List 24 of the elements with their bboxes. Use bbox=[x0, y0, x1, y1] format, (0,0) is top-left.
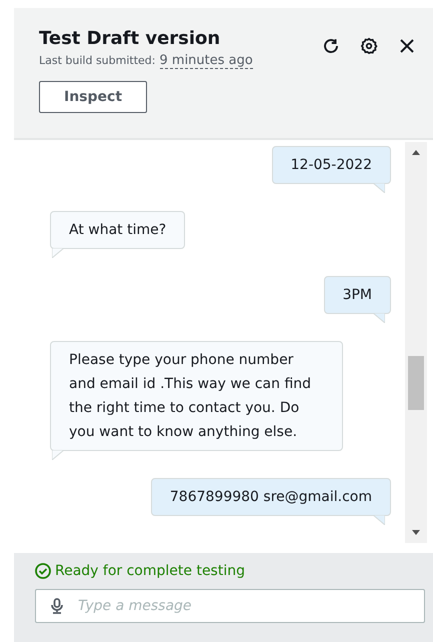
scroll-down-icon[interactable] bbox=[412, 530, 420, 535]
bot-message: At what time? bbox=[50, 211, 186, 258]
scrollbar[interactable] bbox=[405, 142, 427, 543]
user-message: 7867899980 sre@gmail.com bbox=[150, 478, 391, 525]
refresh-icon[interactable] bbox=[321, 36, 341, 56]
bubble-tail bbox=[373, 515, 385, 525]
message-field[interactable]: Type a message bbox=[35, 589, 425, 623]
panel-title: Test Draft version bbox=[39, 28, 220, 49]
bubble-tail bbox=[52, 248, 64, 258]
user-message: 12-05-2022 bbox=[272, 146, 391, 193]
user-message: 3PM bbox=[324, 276, 391, 323]
bubble-tail bbox=[52, 450, 64, 460]
microphone-icon[interactable] bbox=[51, 598, 63, 614]
bot-message: Please type your phone number and email id .This way we can find the right time to contact you. Do you want to know anything else. bbox=[50, 341, 343, 460]
bubble-tail bbox=[373, 183, 385, 193]
check-circle-icon bbox=[35, 563, 51, 579]
status-text: Ready for complete testing bbox=[55, 563, 245, 579]
inspect-button[interactable]: Inspect bbox=[39, 81, 148, 113]
scrollbar-thumb[interactable] bbox=[408, 356, 424, 410]
scroll-up-icon[interactable] bbox=[412, 150, 420, 155]
bubble-tail bbox=[373, 313, 385, 323]
settings-icon[interactable] bbox=[359, 36, 379, 56]
build-label: Last build submitted: bbox=[39, 54, 156, 67]
build-time: 9 minutes ago bbox=[160, 53, 253, 69]
